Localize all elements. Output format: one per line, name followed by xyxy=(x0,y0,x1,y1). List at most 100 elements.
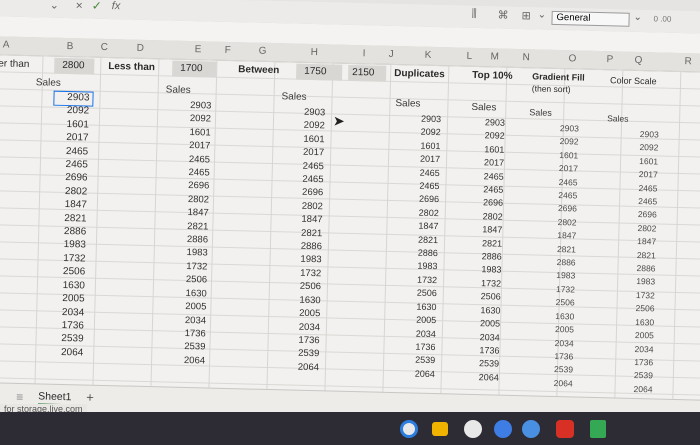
sales-header-e[interactable]: Sales xyxy=(166,84,191,96)
youtube-icon[interactable] xyxy=(556,420,574,438)
sales-cell-q[interactable]: 2821 xyxy=(616,248,656,262)
sales-cell-q[interactable]: 1601 xyxy=(618,154,658,168)
cell-grid[interactable] xyxy=(0,53,700,402)
sales-cell-o[interactable]: 2696 xyxy=(537,202,577,216)
sales-cell-q[interactable]: 1983 xyxy=(615,275,655,289)
sales-cell-q[interactable]: 1847 xyxy=(616,235,656,249)
sales-cell-q[interactable]: 2539 xyxy=(613,369,653,383)
col-header-r[interactable]: R xyxy=(684,56,692,67)
sales-cell-b[interactable]: 1983 xyxy=(40,238,87,253)
sales-cell-e[interactable]: 2696 xyxy=(167,179,209,193)
sales-cell-k[interactable]: 2092 xyxy=(401,126,441,140)
col-header-c[interactable]: C xyxy=(101,42,109,53)
col-header-h[interactable]: H xyxy=(311,47,319,58)
chrome-icon[interactable] xyxy=(400,420,418,438)
sales-cell-k[interactable]: 1732 xyxy=(397,273,437,287)
sales-cell-e[interactable]: 2821 xyxy=(166,219,208,233)
col-header-g[interactable]: G xyxy=(259,46,267,57)
sales-cell-b[interactable]: 2034 xyxy=(38,305,85,320)
sales-cell-k[interactable]: 2465 xyxy=(399,179,439,193)
sales-cell-b[interactable]: 2465 xyxy=(42,157,88,172)
sales-cell-e[interactable]: 1983 xyxy=(166,246,208,260)
sales-cell-m[interactable]: 2506 xyxy=(461,290,501,304)
sales-cell-k[interactable]: 2886 xyxy=(398,246,438,260)
sales-cell-m[interactable]: 2064 xyxy=(459,370,499,384)
sales-cell-k[interactable]: 2005 xyxy=(396,313,436,327)
sales-cell-m[interactable]: 2092 xyxy=(465,129,505,143)
sales-cell-m[interactable]: 2005 xyxy=(460,317,500,331)
sales-cell-q[interactable]: 2017 xyxy=(618,168,658,182)
chevron-down-icon[interactable]: ⌄ xyxy=(538,9,547,20)
sales-cell-k[interactable]: 2539 xyxy=(395,353,435,367)
chevron-down-icon[interactable]: ⌄ xyxy=(50,0,60,12)
sales-cell-e[interactable]: 2465 xyxy=(168,166,210,180)
sales-cell-m[interactable]: 1732 xyxy=(461,277,501,291)
col-header-q[interactable]: Q xyxy=(634,55,642,66)
sales-cell-h[interactable]: 1630 xyxy=(278,293,320,307)
col-header-i[interactable]: I xyxy=(363,48,366,59)
sales-cell-h[interactable]: 2034 xyxy=(278,320,320,334)
color-scale-label[interactable]: Color Scale xyxy=(610,75,657,86)
decimal-buttons[interactable]: 0 .00 xyxy=(653,14,671,23)
col-header-b[interactable]: B xyxy=(67,41,74,52)
meet-icon[interactable] xyxy=(522,420,540,438)
sales-cell-b[interactable]: 2017 xyxy=(42,131,89,146)
sales-cell-b[interactable]: 2506 xyxy=(39,265,86,280)
sales-cell-o[interactable]: 2465 xyxy=(537,189,577,203)
sales-cell-b[interactable]: 2802 xyxy=(41,184,88,199)
sales-cell-e[interactable]: 2005 xyxy=(164,300,206,314)
sales-cell-h[interactable]: 1601 xyxy=(282,132,324,146)
docs-icon[interactable] xyxy=(494,420,512,438)
sales-cell-q[interactable]: 2506 xyxy=(614,302,654,316)
between-low-value[interactable]: 1750 xyxy=(304,66,327,78)
bars-icon[interactable]: ⫼ xyxy=(471,8,477,21)
sales-cell-e[interactable]: 1630 xyxy=(165,286,207,300)
files-icon[interactable] xyxy=(432,422,448,436)
format-painter-icon[interactable]: ⌘ xyxy=(497,9,508,22)
sales-cell-o[interactable]: 1630 xyxy=(534,309,574,323)
col-header-d[interactable]: D xyxy=(137,43,145,54)
sales-cell-b[interactable]: 1732 xyxy=(39,251,86,266)
sales-cell-q[interactable]: 2092 xyxy=(618,141,658,155)
add-sheet-button[interactable]: + xyxy=(86,390,94,405)
sales-cell-o[interactable]: 2821 xyxy=(536,242,576,256)
gmail-icon[interactable] xyxy=(464,420,482,438)
sales-header-m[interactable]: Sales xyxy=(471,102,496,114)
chevron-down-icon[interactable]: ⌄ xyxy=(633,12,642,23)
gradient-fill-label[interactable]: Gradient Fill xyxy=(532,71,585,82)
sales-cell-h[interactable]: 2465 xyxy=(281,172,323,186)
sales-cell-o[interactable]: 2017 xyxy=(538,162,578,176)
sales-cell-e[interactable]: 1736 xyxy=(164,326,206,340)
col-header-f[interactable]: F xyxy=(225,45,231,56)
sales-cell-h[interactable]: 1847 xyxy=(280,213,322,227)
col-header-l[interactable]: L xyxy=(466,51,472,62)
sales-cell-k[interactable]: 2017 xyxy=(400,152,440,166)
sales-cell-b[interactable]: 2696 xyxy=(41,171,88,186)
sales-cell-q[interactable]: 1736 xyxy=(613,355,653,369)
sales-cell-q[interactable]: 2005 xyxy=(614,329,654,343)
sales-cell-o[interactable]: 1736 xyxy=(533,349,573,363)
col-header-p[interactable]: P xyxy=(606,54,613,65)
sales-cell-h[interactable]: 2903 xyxy=(283,105,325,119)
sales-cell-o[interactable]: 1732 xyxy=(535,282,575,296)
sales-cell-k[interactable]: 2802 xyxy=(399,206,439,220)
number-format-select[interactable]: General xyxy=(551,10,630,27)
sales-cell-o[interactable]: 2034 xyxy=(533,336,574,350)
sales-cell-o[interactable]: 2903 xyxy=(539,122,579,136)
sales-cell-o[interactable]: 2465 xyxy=(537,175,578,189)
sheet-list-icon[interactable]: ≡ xyxy=(16,390,23,404)
sales-cell-k[interactable]: 2465 xyxy=(400,166,440,180)
sales-cell-k[interactable]: 2506 xyxy=(397,286,437,300)
sales-cell-e[interactable]: 2539 xyxy=(163,340,205,354)
sales-cell-b[interactable]: 1736 xyxy=(38,318,85,333)
sales-header-o[interactable]: Sales xyxy=(529,107,552,118)
sales-cell-e[interactable]: 1601 xyxy=(169,125,211,139)
sales-cell-k[interactable]: 1630 xyxy=(396,300,436,314)
accept-icon[interactable]: ✓ xyxy=(92,0,102,13)
sales-cell-k[interactable]: 1847 xyxy=(398,219,438,233)
sales-cell-m[interactable]: 2465 xyxy=(464,169,504,183)
sales-cell-b[interactable]: 2465 xyxy=(42,144,89,159)
less-than-value[interactable]: 1700 xyxy=(180,63,203,75)
sales-cell-h[interactable]: 2539 xyxy=(277,347,319,361)
sales-cell-o[interactable]: 2802 xyxy=(536,215,577,229)
